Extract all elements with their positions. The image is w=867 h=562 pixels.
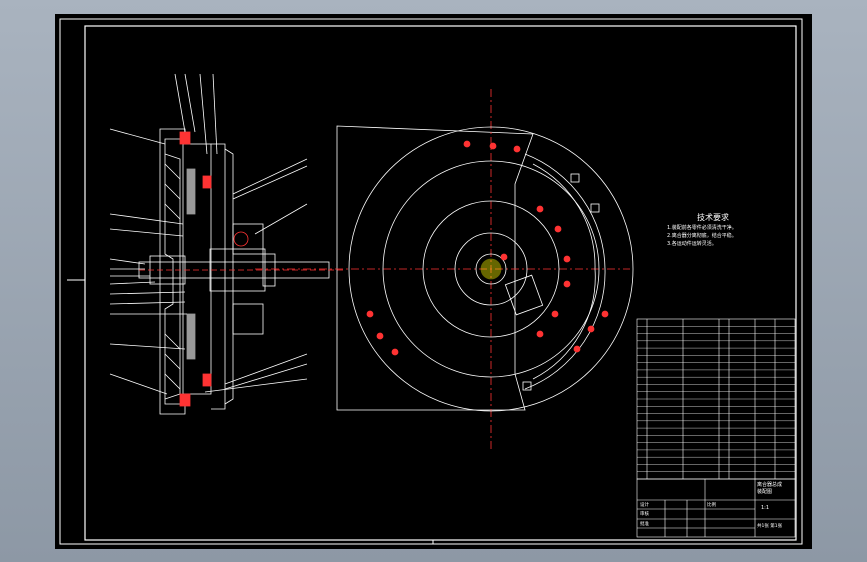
title-block-checked-label: 审核 (640, 512, 649, 517)
technical-requirement-line: 1.装配前各零件必须清洗干净。 (667, 225, 737, 231)
title-block-drawn-label: 设计 (640, 503, 649, 508)
technical-requirements: 技术要求 1.装配前各零件必须清洗干净。 2.离合器分离彻底，结合平稳。 3.各… (667, 214, 787, 248)
sheet-outer-frame (59, 18, 803, 545)
title-block-scale-label: 比例 (707, 503, 716, 508)
sheet-inner-frame (84, 25, 797, 541)
title-block-name: 离合器总成 装配图 (757, 482, 783, 495)
technical-requirements-title: 技术要求 (697, 213, 729, 222)
title-block-sheet: 共1张 第1张 (757, 524, 783, 529)
technical-requirement-line: 3.各运动件运转灵活。 (667, 241, 717, 247)
section-view (109, 73, 345, 415)
technical-requirement-line: 2.离合器分离彻底，结合平稳。 (667, 233, 737, 239)
cad-viewport[interactable]: 技术要求 1.装配前各零件必须清洗干净。 2.离合器分离彻底，结合平稳。 3.各… (55, 14, 812, 549)
title-block-scale: 1:1 (761, 505, 770, 511)
face-view (255, 89, 634, 452)
clutch-assembly-drawing (59, 18, 803, 545)
title-block-approved-label: 批准 (640, 522, 649, 527)
